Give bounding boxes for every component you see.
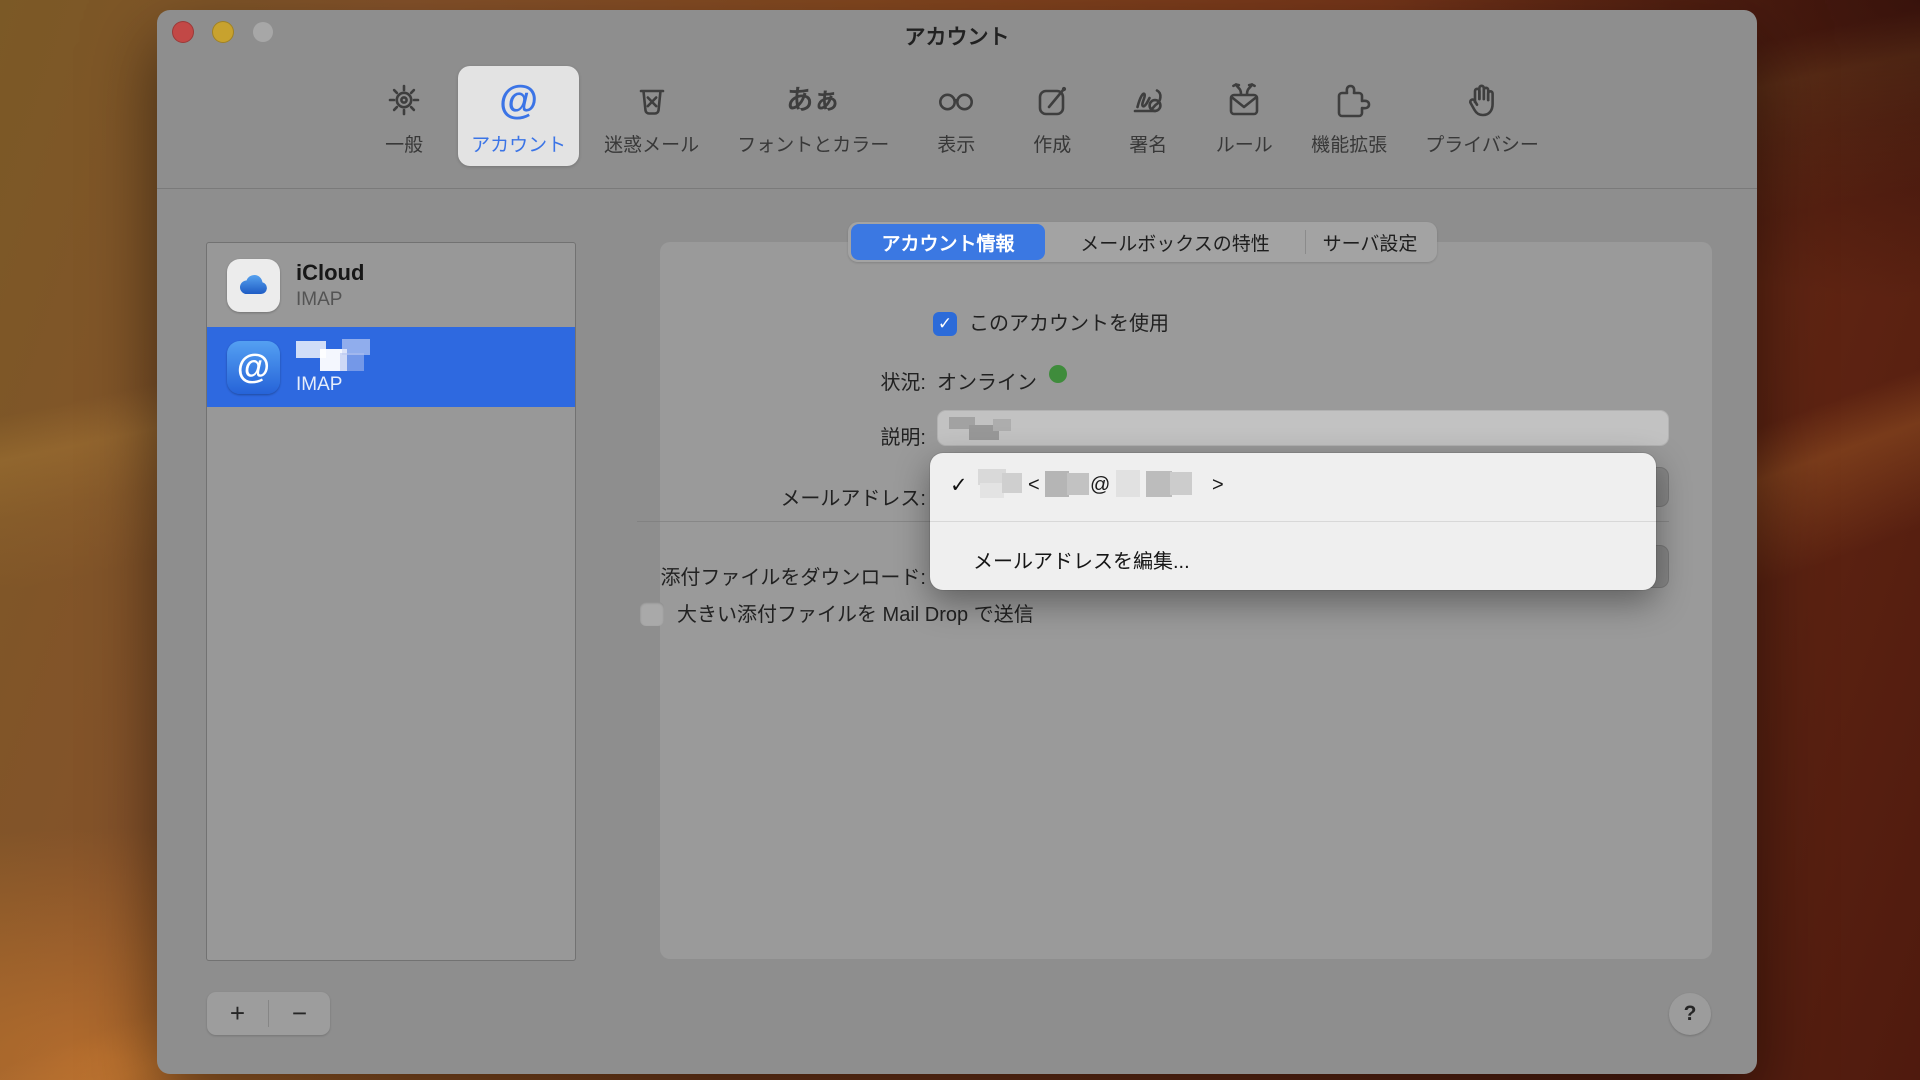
toolbar-item-signatures[interactable]: 署名 [1106,66,1190,166]
hand-icon [1460,74,1504,126]
remove-account-button[interactable]: − [269,992,330,1035]
redacted-menu-user [1045,471,1089,497]
glasses-icon [934,74,978,126]
online-status-dot [1049,365,1067,383]
help-button[interactable]: ? [1669,993,1711,1035]
maildrop-checkbox[interactable] [640,602,664,626]
signature-icon [1126,74,1170,126]
toolbar-label: ルール [1216,130,1273,157]
use-account-checkbox[interactable]: ✓ [933,312,957,336]
toolbar-item-rules[interactable]: ルール [1202,66,1286,166]
description-label: 説明: [626,426,926,450]
status-value: オンライン [937,371,1037,395]
at-glyph: @ [1090,474,1110,497]
menu-separator [930,521,1656,522]
toolbar-item-accounts[interactable]: @ アカウント [458,66,579,166]
menu-item-edit-addresses[interactable]: メールアドレスを編集... [973,545,1190,574]
account-info-panel [660,242,1712,959]
toolbar-label: 作成 [1033,130,1071,157]
icloud-icon [227,259,280,312]
junk-bin-icon [630,74,674,126]
toolbar-item-composing[interactable]: 作成 [1010,66,1094,166]
tab-mailbox-behaviors[interactable]: メールボックスの特性 [1045,229,1305,256]
toolbar-label: 迷惑メール [604,130,699,157]
gear-icon [382,74,426,126]
toolbar-item-junk[interactable]: 迷惑メール [591,66,712,166]
add-remove-control: + − [207,992,330,1035]
account-protocol: IMAP [296,374,370,396]
fonts-icon: あぁ [786,74,840,126]
mail-settings-window: アカウント 一般 @ アカウント [157,10,1757,1074]
toolbar-label: 表示 [937,130,975,157]
toolbar-divider [157,188,1757,189]
account-list: iCloud IMAP @ IMAP [206,242,576,961]
rules-envelope-icon [1222,74,1266,126]
redacted-account-name [296,339,370,371]
at-account-icon: @ [227,341,280,394]
redacted-menu-domain-2 [1146,471,1192,497]
checkmark-icon: ✓ [950,473,968,498]
download-attachments-label: 添付ファイルをダウンロード: [626,566,926,590]
account-protocol: IMAP [296,289,364,311]
title-bar: アカウント [157,10,1757,56]
toolbar-label: 一般 [385,130,423,157]
toolbar-item-extensions[interactable]: 機能拡張 [1298,66,1400,166]
window-title: アカウント [157,21,1757,51]
open-angle-glyph: < [1028,474,1040,497]
status-label: 状況: [626,371,926,395]
account-row-selected[interactable]: @ IMAP [207,327,575,407]
toolbar-item-fonts[interactable]: あぁ フォントとカラー [724,66,902,166]
toolbar-item-general[interactable]: 一般 [362,66,446,166]
toolbar-label: 署名 [1129,130,1167,157]
email-address-popup-menu: ✓ < @ > メールアドレスを編集... [930,453,1656,590]
redacted-menu-domain-1 [1116,470,1140,497]
puzzle-icon [1327,74,1371,126]
email-address-label: メールアドレス: [626,487,926,511]
at-icon: @ [499,74,538,126]
account-name: iCloud [296,260,364,286]
toolbar-label: 機能拡張 [1311,130,1387,157]
tab-bar: アカウント情報 メールボックスの特性 サーバ設定 [848,222,1437,262]
toolbar-item-viewing[interactable]: 表示 [914,66,998,166]
tab-server-settings[interactable]: サーバ設定 [1306,229,1434,256]
compose-icon [1030,74,1074,126]
description-field[interactable] [937,410,1669,446]
settings-toolbar: 一般 @ アカウント 迷惑メール あぁ フォントとカラー [157,56,1757,188]
maildrop-label: 大きい添付ファイルを Mail Drop で送信 [677,603,1034,627]
toolbar-item-privacy[interactable]: プライバシー [1412,66,1552,166]
tab-account-info[interactable]: アカウント情報 [851,224,1045,260]
redacted-menu-name [978,469,1022,498]
close-angle-glyph: > [1212,474,1224,497]
add-account-button[interactable]: + [207,992,268,1035]
toolbar-label: フォントとカラー [737,130,889,157]
toolbar-label: アカウント [471,130,566,157]
account-row-icloud[interactable]: iCloud IMAP [207,243,575,327]
desktop-wallpaper: アカウント 一般 @ アカウント [0,0,1920,1080]
redacted-description [949,417,1011,440]
toolbar-label: プライバシー [1425,130,1539,157]
use-account-label: このアカウントを使用 [969,312,1169,336]
